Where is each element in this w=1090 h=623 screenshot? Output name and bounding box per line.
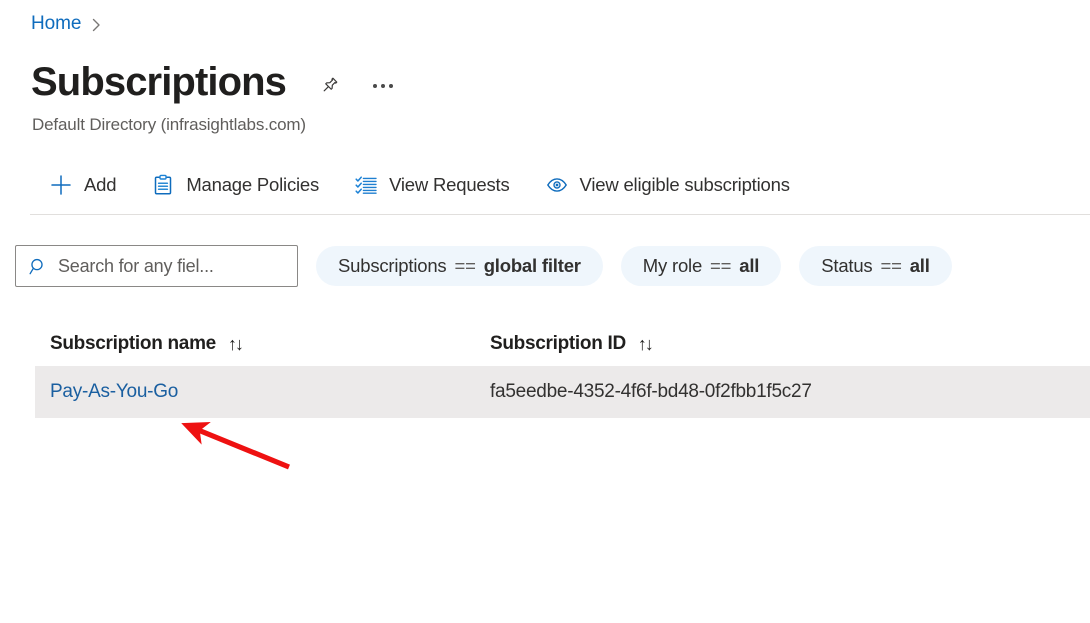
manage-policies-button[interactable]: Manage Policies: [142, 166, 329, 204]
directory-subtitle: Default Directory (infrasightlabs.com): [32, 115, 306, 134]
filter-pill-my-role[interactable]: My role == all: [620, 246, 782, 286]
filter-bar: Subscriptions == global filter My role =…: [15, 245, 952, 287]
filter-pill-subscriptions[interactable]: Subscriptions == global filter: [316, 246, 603, 286]
subscriptions-table: Subscription name ↑↓ Subscription ID ↑↓ …: [35, 322, 1090, 418]
filter-pill-subscriptions-operator: ==: [454, 255, 476, 276]
search-icon: [28, 256, 48, 276]
sort-arrows-icon: ↑↓: [227, 333, 244, 354]
search-input[interactable]: [58, 255, 287, 277]
eye-icon: [546, 174, 568, 196]
filter-pill-subscriptions-value: global filter: [483, 255, 581, 276]
more-ellipsis-icon[interactable]: [370, 73, 396, 99]
column-header-subscription-id-label: Subscription ID: [490, 333, 626, 354]
page-title-row: Subscriptions: [31, 56, 396, 108]
column-header-subscription-id[interactable]: Subscription ID ↑↓: [490, 333, 990, 355]
breadcrumb: Home: [31, 12, 102, 36]
filter-pill-my-role-operator: ==: [710, 255, 732, 276]
table-header-row: Subscription name ↑↓ Subscription ID ↑↓: [35, 322, 1090, 366]
view-eligible-subscriptions-button[interactable]: View eligible subscriptions: [536, 166, 800, 204]
table-cell-subscription-name: Pay-As-You-Go: [50, 381, 490, 403]
red-arrow-annotation: [181, 421, 290, 470]
breadcrumb-item-home[interactable]: Home: [31, 12, 81, 36]
page-title: Subscriptions: [31, 60, 287, 104]
column-header-subscription-name[interactable]: Subscription name ↑↓: [50, 333, 490, 355]
search-box[interactable]: [15, 245, 298, 287]
command-bar: Add Manage Policies View Requests View e…: [40, 164, 816, 206]
manage-policies-label: Manage Policies: [186, 174, 320, 195]
table-row[interactable]: Pay-As-You-Go fa5eedbe-4352-4f6f-bd48-0f…: [35, 366, 1090, 418]
table-cell-subscription-id: fa5eedbe-4352-4f6f-bd48-0f2fbb1f5c27: [490, 381, 812, 402]
view-requests-label: View Requests: [389, 174, 510, 195]
filter-pill-status-value: all: [909, 255, 930, 276]
filter-pill-subscriptions-field: Subscriptions: [338, 255, 447, 276]
filter-pill-status-operator: ==: [880, 255, 902, 276]
column-header-subscription-name-label: Subscription name: [50, 333, 216, 354]
filter-pill-status[interactable]: Status == all: [799, 246, 952, 286]
sort-arrows-icon: ↑↓: [637, 333, 654, 354]
filter-pill-my-role-value: all: [739, 255, 760, 276]
add-button[interactable]: Add: [40, 166, 126, 204]
filter-pill-my-role-field: My role: [642, 255, 703, 276]
view-eligible-subscriptions-label: View eligible subscriptions: [579, 174, 790, 195]
plus-icon: [50, 174, 72, 196]
checklist-icon: [355, 174, 377, 196]
pin-icon[interactable]: [316, 73, 342, 99]
filter-pill-status-field: Status: [821, 255, 873, 276]
subscription-name-link[interactable]: Pay-As-You-Go: [50, 381, 178, 402]
chevron-right-icon: [90, 17, 102, 33]
clipboard-list-icon: [152, 174, 174, 196]
add-button-label: Add: [84, 174, 117, 195]
command-bar-divider: [30, 214, 1090, 215]
view-requests-button[interactable]: View Requests: [345, 166, 519, 204]
title-actions: [316, 73, 396, 99]
